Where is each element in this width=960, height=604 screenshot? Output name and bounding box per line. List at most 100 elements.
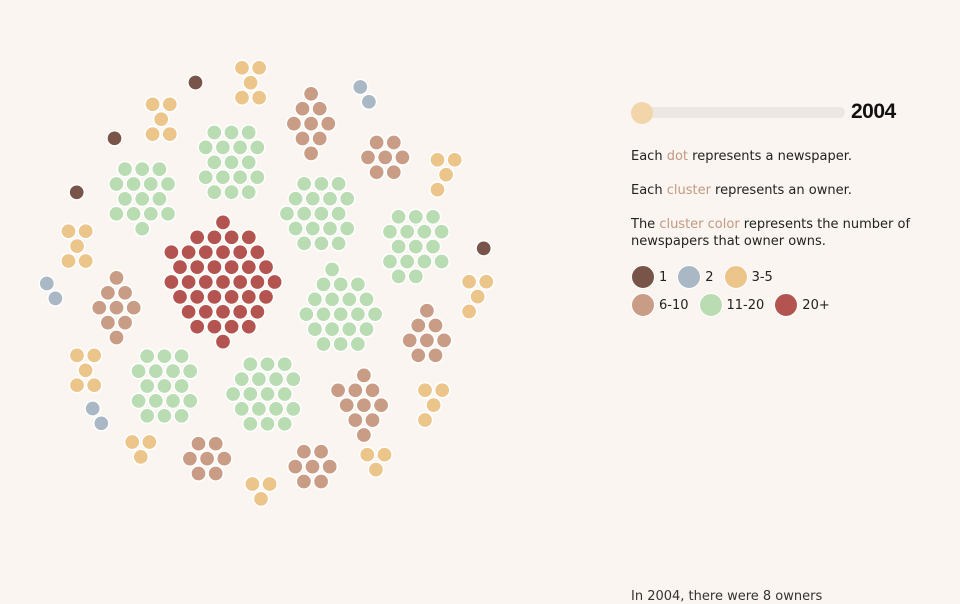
legend: 1 2 3-5 6-10 11-20 20+ — [631, 263, 931, 319]
newspaper-dot — [123, 433, 141, 451]
newspaper-dot — [321, 458, 339, 475]
newspaper-dot — [313, 234, 330, 252]
newspaper-dot — [205, 153, 223, 171]
newspaper-dot — [68, 183, 86, 201]
newspaper-dot — [156, 407, 173, 425]
slider-track[interactable] — [631, 107, 845, 118]
newspaper-dot — [376, 149, 394, 166]
newspaper-dot — [368, 163, 385, 181]
newspaper-dot — [295, 234, 313, 252]
newspaper-dot — [180, 303, 197, 321]
newspaper-dot — [142, 175, 160, 193]
newspaper-dot — [349, 305, 367, 323]
legend-item-3-5: 3-5 — [723, 265, 773, 289]
newspaper-dot — [295, 473, 313, 490]
newspaper-dot — [231, 139, 249, 156]
owner-cluster — [130, 347, 199, 425]
year-label: 2004 — [851, 100, 896, 123]
newspaper-dot — [259, 355, 276, 373]
newspaper-dot — [424, 208, 442, 226]
newspaper-dot — [332, 305, 350, 323]
owner-cluster — [233, 59, 268, 106]
owner-cluster — [460, 273, 495, 320]
newspaper-dot — [313, 205, 330, 222]
owner-cluster — [187, 74, 204, 91]
newspaper-dot — [241, 415, 259, 433]
newspaper-dot — [207, 435, 225, 453]
newspaper-dot — [214, 303, 232, 321]
newspaper-dot — [163, 243, 180, 261]
owner-cluster — [285, 85, 337, 162]
newspaper-dot — [84, 400, 102, 417]
owner-cluster — [297, 261, 384, 353]
newspaper-dot — [416, 223, 433, 241]
newspaper-dot — [390, 208, 407, 226]
newspaper-dot — [116, 284, 134, 302]
newspaper-dot — [355, 367, 373, 384]
newspaper-dot — [446, 151, 464, 169]
newspaper-dot — [425, 396, 442, 414]
newspaper-dot — [144, 125, 161, 143]
legend-row: 6-10 11-20 20+ — [631, 291, 931, 319]
newspaper-dot — [77, 222, 95, 240]
newspaper-dot — [244, 475, 261, 493]
owner-cluster — [90, 269, 143, 346]
newspaper-dot — [358, 290, 375, 308]
newspaper-dot — [68, 347, 86, 364]
newspaper-dot — [261, 475, 278, 493]
newspaper-dot — [385, 134, 403, 151]
newspaper-dot — [241, 355, 259, 373]
newspaper-dot — [197, 168, 215, 186]
newspaper-dot — [332, 335, 350, 353]
newspaper-dot — [173, 407, 190, 425]
newspaper-dot — [214, 243, 232, 261]
newspaper-dot — [92, 414, 110, 432]
newspaper-dot — [385, 163, 403, 181]
newspaper-dot — [206, 318, 223, 336]
newspaper-dot — [364, 381, 381, 399]
newspaper-dot — [207, 465, 225, 482]
owner-cluster — [358, 446, 393, 478]
newspaper-dot — [332, 276, 350, 293]
owner-cluster — [68, 347, 103, 394]
newspaper-dot — [156, 377, 173, 395]
newspaper-dot — [233, 89, 251, 106]
description-color: The cluster color represents the number … — [631, 217, 911, 249]
newspaper-dot — [475, 240, 493, 257]
newspaper-dot — [278, 205, 296, 222]
newspaper-dot — [197, 273, 215, 291]
newspaper-dot — [125, 175, 142, 193]
newspaper-dot — [460, 273, 478, 291]
owner-cluster — [286, 443, 339, 490]
newspaper-dot — [286, 458, 304, 475]
newspaper-dot — [358, 320, 375, 338]
newspaper-dot — [429, 181, 446, 198]
legend-swatch — [774, 293, 799, 317]
newspaper-dot — [323, 320, 341, 338]
newspaper-dot — [138, 407, 156, 425]
newspaper-dot — [294, 130, 311, 147]
newspaper-dot — [142, 205, 160, 223]
newspaper-dot — [312, 473, 330, 490]
newspaper-dot — [267, 370, 285, 388]
newspaper-dot — [197, 139, 215, 156]
owner-cluster — [84, 400, 110, 432]
slider-thumb[interactable] — [631, 102, 653, 124]
newspaper-dot — [240, 288, 258, 306]
newspaper-dot — [249, 273, 266, 291]
owner-cluster — [106, 129, 123, 147]
newspaper-dot — [241, 385, 259, 403]
newspaper-dot — [144, 95, 161, 113]
newspaper-dot — [187, 74, 204, 91]
newspaper-dot — [171, 258, 189, 276]
newspaper-dot — [132, 448, 150, 466]
year-slider[interactable]: 2004 — [631, 100, 931, 128]
owner-cluster — [429, 151, 464, 198]
legend-swatch — [698, 293, 723, 317]
newspaper-dot — [349, 335, 367, 353]
newspaper-dot — [108, 205, 125, 223]
newspaper-dot — [242, 74, 259, 92]
newspaper-dot — [381, 253, 399, 270]
newspaper-dot — [424, 238, 442, 255]
newspaper-dot — [240, 318, 258, 336]
